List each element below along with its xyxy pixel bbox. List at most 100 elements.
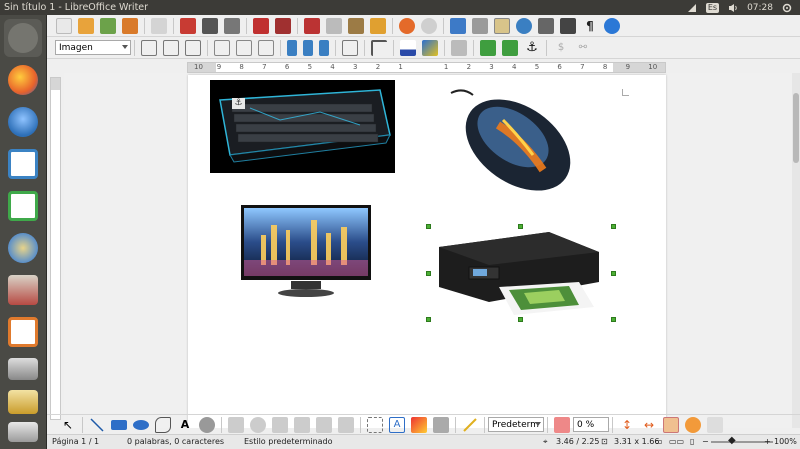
selection-handle[interactable]	[518, 224, 523, 229]
rotate-right-icon[interactable]	[685, 416, 701, 433]
export-pdf-icon[interactable]	[180, 17, 196, 34]
line-style-icon[interactable]	[462, 417, 478, 433]
view-book-icon[interactable]: ▯	[690, 437, 694, 446]
align-left-icon[interactable]	[214, 39, 230, 56]
flip-horizontal-icon[interactable]: ↔	[641, 417, 657, 433]
zoom-thumb[interactable]: ◆	[728, 435, 736, 446]
print-icon[interactable]	[202, 17, 218, 34]
spellcheck-icon[interactable]	[253, 17, 269, 34]
dash-home-button[interactable]	[4, 19, 42, 57]
edit-mode-icon[interactable]	[151, 17, 167, 34]
symbol-shapes-icon[interactable]	[250, 416, 266, 433]
wrap-page-icon[interactable]	[163, 39, 179, 56]
frame-properties-icon[interactable]	[451, 39, 467, 56]
insert-image-icon[interactable]	[411, 416, 427, 433]
link-frames-icon[interactable]: $	[553, 40, 569, 56]
impress-launcher[interactable]	[4, 313, 42, 351]
wrap-off-icon[interactable]	[141, 39, 157, 56]
mouse-image[interactable]	[443, 85, 573, 195]
word-count[interactable]: 0 palabras, 0 caracteres	[127, 437, 224, 446]
extrusion-icon[interactable]	[433, 416, 449, 433]
save-icon[interactable]	[100, 17, 116, 34]
block-arrows-icon[interactable]	[272, 416, 288, 433]
ellipse-icon[interactable]	[133, 419, 149, 430]
crop-icon[interactable]	[707, 416, 723, 433]
autospellcheck-icon[interactable]	[275, 17, 291, 34]
unlink-frames-icon[interactable]: ⚯	[575, 40, 591, 56]
export-icon[interactable]	[122, 17, 138, 34]
navigator-icon[interactable]	[516, 17, 532, 34]
basic-shapes-icon[interactable]	[228, 416, 244, 433]
vertical-ruler[interactable]	[50, 77, 61, 420]
line-icon[interactable]	[89, 417, 105, 433]
zoom-out-icon[interactable]: −	[702, 437, 709, 446]
document-page[interactable]: ⚓	[188, 75, 666, 428]
document-canvas[interactable]: ⚓	[64, 73, 793, 428]
callout-shapes-icon[interactable]	[316, 416, 332, 433]
draw-functions-icon[interactable]	[494, 17, 510, 34]
text-icon[interactable]: A	[177, 417, 193, 433]
gallery-icon[interactable]	[538, 17, 554, 34]
flip-vertical-icon[interactable]: ↕	[619, 417, 635, 433]
keyboard-layout-indicator[interactable]: Es	[705, 2, 720, 13]
volume-icon[interactable]	[728, 3, 738, 13]
cut-icon[interactable]	[304, 17, 320, 34]
open-folder-icon[interactable]	[78, 17, 94, 34]
page-count[interactable]: Página 1 / 1	[52, 437, 99, 446]
zoom-in-icon[interactable]: +	[764, 437, 771, 446]
zoom-percent[interactable]: 100%	[774, 437, 797, 446]
selection-handle[interactable]	[518, 317, 523, 322]
align-right-icon[interactable]	[258, 39, 274, 56]
send-to-back-icon[interactable]	[502, 39, 518, 56]
scrollbar-thumb[interactable]	[793, 93, 799, 163]
screenshot-launcher[interactable]	[4, 355, 42, 383]
image-viewer-launcher[interactable]	[4, 387, 42, 417]
vertical-scrollbar[interactable]	[792, 73, 800, 428]
borders-icon[interactable]	[342, 39, 358, 56]
copy-icon[interactable]	[326, 17, 342, 34]
selection-handle[interactable]	[611, 224, 616, 229]
monitor-image[interactable]	[241, 205, 371, 305]
horizontal-ruler[interactable]: 10 9 8 7 6 5 4 3 2 1 1 2 3 4 5 6 7 8 9 10	[187, 62, 666, 73]
selection-handle[interactable]	[611, 271, 616, 276]
writer-launcher[interactable]	[4, 145, 42, 183]
wrap-optimal-icon[interactable]	[185, 39, 201, 56]
area-fill-combo[interactable]: Predeterm	[488, 417, 544, 432]
paragraph-style-combo[interactable]: Imagen	[55, 40, 131, 55]
flowchart-icon[interactable]	[294, 416, 310, 433]
data-sources-icon[interactable]	[560, 17, 576, 34]
redo-icon[interactable]	[421, 17, 437, 34]
rotate-icon[interactable]	[663, 416, 679, 433]
paste-icon[interactable]	[348, 17, 364, 34]
keyboard-image[interactable]: ⚓	[210, 80, 395, 173]
view-single-icon[interactable]: ▭	[655, 437, 663, 446]
thunderbird-launcher[interactable]	[4, 103, 42, 141]
border-style-icon[interactable]	[371, 39, 387, 56]
printer-image[interactable]	[429, 227, 614, 320]
clone-formatting-icon[interactable]	[370, 17, 386, 34]
bring-to-front-icon[interactable]	[480, 39, 496, 56]
points-icon[interactable]	[367, 416, 383, 433]
anchor-top-icon[interactable]	[287, 39, 297, 56]
view-multi-icon[interactable]: ▭▭	[669, 437, 684, 446]
select-arrow-icon[interactable]: ↖	[60, 417, 76, 433]
image-anchor-icon[interactable]: ⚓	[232, 98, 245, 109]
new-document-icon[interactable]	[56, 17, 72, 34]
power-gear-icon[interactable]	[782, 3, 792, 13]
page-style[interactable]: Estilo predeterminado	[244, 437, 333, 446]
align-center-icon[interactable]	[236, 39, 252, 56]
hyperlink-icon[interactable]	[450, 17, 466, 34]
border-color-icon[interactable]	[400, 39, 416, 56]
settings-launcher[interactable]	[4, 229, 42, 267]
network-icon[interactable]	[687, 3, 697, 13]
formatting-marks-icon[interactable]: ¶	[582, 18, 598, 34]
help-icon[interactable]	[604, 17, 620, 34]
selection-handle[interactable]	[426, 224, 431, 229]
fontwork-icon[interactable]: A	[389, 416, 405, 433]
selection-handle[interactable]	[426, 317, 431, 322]
anchor-icon[interactable]: ⚓	[524, 40, 540, 56]
trash-launcher[interactable]	[4, 419, 42, 445]
background-color-icon[interactable]	[422, 39, 438, 56]
anchor-bottom-icon[interactable]	[319, 39, 329, 56]
files-launcher[interactable]	[4, 271, 42, 309]
